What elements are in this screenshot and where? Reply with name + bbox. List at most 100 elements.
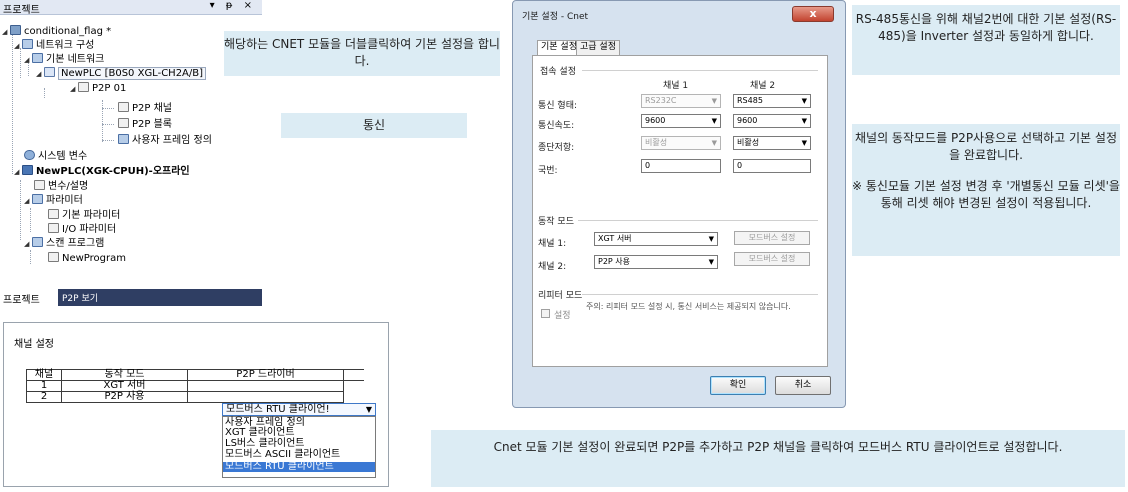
tree-item-scan-program[interactable]: ◢ 스캔 프로그램: [24, 237, 104, 250]
channel1-mode-select[interactable]: XGT 서버 ▼: [594, 232, 718, 246]
project-panel-title: 프로젝트: [3, 5, 40, 16]
cell-extra: [344, 381, 364, 392]
channel-settings-title: 채널 설정: [14, 339, 54, 350]
driver-select-value: 모드버스 RTU 클라이언!: [226, 404, 330, 415]
dropdown-arrow-icon: ▼: [801, 97, 807, 105]
tree-item-label: 시스템 변수: [38, 151, 88, 162]
repeater-checkbox[interactable]: [541, 309, 550, 318]
project-panel-header: 프로젝트 ▾ ᵽ ×: [0, 0, 262, 16]
tree-item-label: 변수/설명: [48, 181, 89, 192]
cell-channel: 2: [26, 391, 62, 403]
driver-dropdown-list[interactable]: 사용자 프레임 정의 XGT 클라이언트 LS버스 클라이언트 모드버스 ASC…: [222, 416, 376, 478]
ch2-baud-select[interactable]: 9600 ▼: [733, 114, 811, 128]
repeater-note: 주의: 리피터 모드 설정 시, 통신 서비스는 제공되지 않습니다.: [586, 302, 791, 311]
collapse-arrow-icon[interactable]: ◢: [24, 195, 32, 208]
scan-program-icon: [32, 237, 43, 247]
tree-item-p2p-block[interactable]: P2P 블록: [118, 118, 172, 131]
ch2-termination-select[interactable]: 비활성 ▼: [733, 136, 811, 150]
dropdown-arrow-icon: ▼: [708, 258, 714, 266]
connection-group-label: 접속 설정: [540, 67, 576, 77]
cell-mode[interactable]: P2P 사용: [61, 391, 188, 403]
tree-item-p2p01[interactable]: ◢ P2P 01: [70, 82, 126, 95]
table-row[interactable]: 2 P2P 사용: [26, 391, 364, 403]
tree-item-newplc-module[interactable]: ◢ NewPLC [B0S0 XGL-CH2A/B]: [36, 67, 207, 81]
ch2-comm-type-select[interactable]: RS485 ▼: [733, 94, 811, 108]
callout-mode-text: 채널의 동작모드를 P2P사용으로 선택하고 기본 설정을 완료합니다.: [855, 131, 1117, 162]
comm-type-label: 통신 형태:: [538, 101, 578, 111]
collapse-arrow-icon[interactable]: ◢: [70, 83, 78, 96]
channel2-mode-select[interactable]: P2P 사용 ▼: [594, 255, 718, 269]
cell-channel: 1: [26, 380, 62, 392]
callout-reset-note: ※ 통신모듈 기본 설정 변경 후 '개별통신 모듈 리셋'을 통해 리셋 해야…: [852, 179, 1120, 210]
collapse-arrow-icon[interactable]: ◢: [24, 238, 32, 251]
driver-select[interactable]: 모드버스 RTU 클라이언! ▼: [222, 403, 376, 416]
dropdown-arrow-icon[interactable]: ▼: [366, 404, 372, 415]
tree-item-system-vars[interactable]: 시스템 변수: [24, 150, 87, 163]
baud-rate-label: 통신속도:: [538, 121, 575, 131]
tree-item-basic-param[interactable]: 기본 파라미터: [48, 209, 120, 222]
mode-group-label: 동작 모드: [538, 217, 574, 227]
driver-option[interactable]: 모드버스 ASCII 클라이언트: [225, 450, 340, 460]
cell-mode[interactable]: XGT 서버: [61, 380, 188, 392]
tree-item-basic-network[interactable]: ◢ 기본 네트워크: [24, 53, 104, 66]
tree-item-parameters[interactable]: ◢ 파라미터: [24, 194, 83, 207]
collapse-arrow-icon[interactable]: ◢: [36, 68, 44, 81]
tree-item-newplc-cpu[interactable]: ◢ NewPLC(XGK-CPUH)-오프라인: [14, 165, 190, 178]
dropdown-arrow-icon: ▼: [711, 117, 717, 125]
project-db-icon: [10, 25, 21, 35]
project-panel: 프로젝트 ▾ ᵽ × ◢ conditional_flag * ◢ 네트워크 구성 …: [0, 0, 262, 280]
tree-item-label: I/O 파라미터: [62, 224, 117, 235]
cancel-button[interactable]: 취소: [775, 376, 831, 395]
close-button[interactable]: x: [792, 6, 834, 22]
cell-driver[interactable]: [187, 380, 344, 392]
ch1-station-input[interactable]: 0: [641, 159, 721, 173]
tree-item-project[interactable]: ◢ conditional_flag *: [2, 25, 111, 38]
tab-p2p-view[interactable]: P2P 보기: [62, 291, 98, 304]
io-parameter-icon: [48, 223, 59, 233]
tab-advanced-settings[interactable]: 고급 설정: [576, 40, 620, 55]
tree-item-label: conditional_flag *: [24, 26, 112, 37]
dropdown-arrow-icon: ▼: [711, 139, 717, 147]
tab-basic-settings[interactable]: 기본 설정: [537, 40, 581, 55]
ch1-baud-select[interactable]: 9600 ▼: [641, 114, 721, 128]
tree-item-newprogram[interactable]: NewProgram: [48, 252, 126, 265]
tree-item-network-config[interactable]: ◢ 네트워크 구성: [14, 39, 94, 52]
channel2-header: 채널 2: [750, 81, 776, 91]
channel1-header: 채널 1: [663, 81, 689, 91]
driver-option[interactable]: LS버스 클라이언트: [225, 439, 305, 449]
collapse-arrow-icon[interactable]: ◢: [2, 26, 10, 39]
tree-item-label: P2P 채널: [132, 103, 173, 114]
cell-driver[interactable]: [187, 391, 344, 403]
collapse-arrow-icon[interactable]: ◢: [24, 54, 32, 67]
tree-item-io-param[interactable]: I/O 파라미터: [48, 223, 116, 236]
callout-p2p-setup: Cnet 모듈 기본 설정이 완료되면 P2P를 추가하고 P2P 채널을 클릭…: [431, 430, 1125, 487]
tree-item-variables[interactable]: 변수/설명: [34, 180, 88, 193]
dropdown-arrow-icon: ▼: [708, 235, 714, 243]
cell-extra: [344, 392, 364, 403]
dropdown-arrow-icon: ▼: [801, 117, 807, 125]
project-tab-bar: 프로젝트 P2P 보기: [0, 289, 262, 306]
dropdown-arrow-icon: ▼: [711, 97, 717, 105]
table-header-row: 채널 동작 모드 P2P 드라이버: [26, 369, 364, 381]
tree-item-label: NewPLC(XGK-CPUH)-오프라인: [36, 166, 190, 177]
dropdown-arrow-icon: ▼: [801, 139, 807, 147]
table-row[interactable]: 1 XGT 서버: [26, 380, 364, 392]
tab-project[interactable]: 프로젝트: [0, 289, 58, 306]
driver-option-selected[interactable]: 모드버스 RTU 클라이언트: [223, 462, 375, 472]
tree-item-label: 파라미터: [46, 195, 83, 206]
tree-item-p2p-channel[interactable]: P2P 채널: [118, 102, 172, 115]
repeater-group-label: 리피터 모드: [538, 291, 583, 301]
panel-controls[interactable]: ▾ ᵽ ×: [210, 0, 256, 11]
collapse-arrow-icon[interactable]: ◢: [14, 166, 22, 179]
collapse-arrow-icon[interactable]: ◢: [14, 40, 22, 53]
p2p-icon: [78, 82, 89, 92]
repeater-checkbox-label: 설정: [554, 311, 571, 321]
ok-button[interactable]: 확인: [710, 376, 766, 395]
ch1-termination-select: 비활성 ▼: [641, 136, 721, 150]
column-header-extra: [343, 369, 364, 381]
ch2-station-input[interactable]: 0: [733, 159, 811, 173]
tree-item-label: 기본 파라미터: [62, 210, 121, 221]
driver-option[interactable]: XGT 클라이언트: [225, 428, 295, 438]
ch2-modbus-settings-button: 모드버스 설정: [734, 252, 810, 266]
tree-item-user-frame[interactable]: 사용자 프레임 정의: [118, 134, 212, 147]
